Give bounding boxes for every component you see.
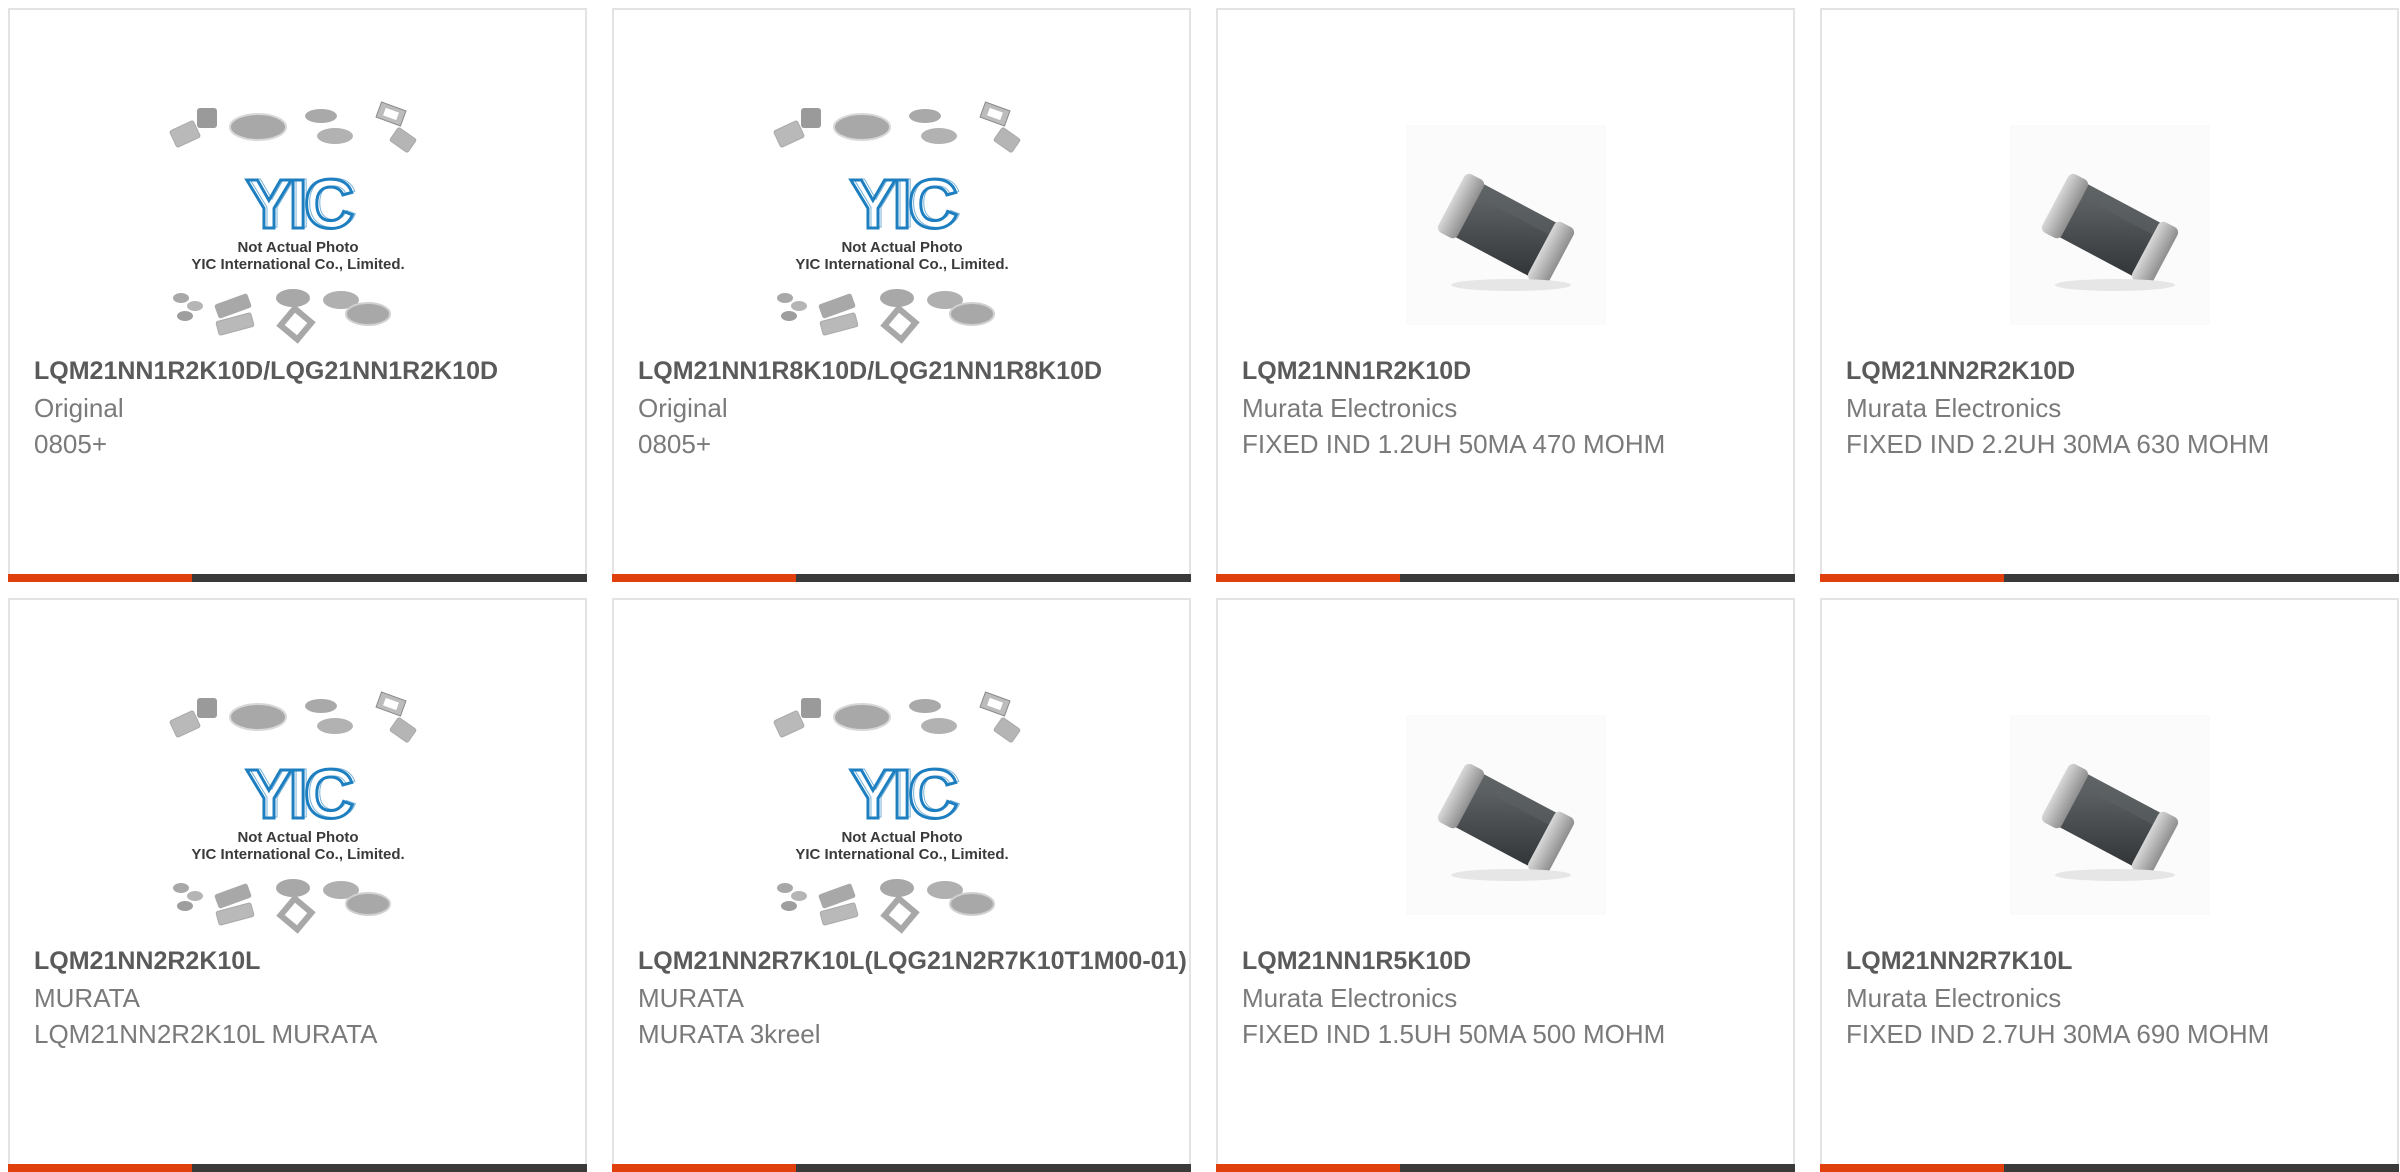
product-description: FIXED IND 2.7UH 30MA 690 MOHM xyxy=(1846,1019,2270,1049)
product-manufacturer: Murata Electronics xyxy=(1242,393,1458,423)
product-image[interactable] xyxy=(1822,690,2397,940)
svg-text:Not Actual Photo: Not Actual Photo xyxy=(841,829,962,846)
chip-inductor-photo xyxy=(2009,125,2210,325)
product-image[interactable] xyxy=(1218,690,1793,940)
chip-inductor-photo xyxy=(2009,715,2210,915)
product-card[interactable]: LQM21NN1R2K10D Murata Electronics FIXED … xyxy=(1216,8,1795,582)
card-bottom-bar xyxy=(1820,574,2399,582)
not-actual-photo-placeholder: YICYICNot Actual PhotoYIC International … xyxy=(169,101,416,344)
card-accent-bar xyxy=(8,1164,192,1172)
card-accent-bar xyxy=(1216,1164,1400,1172)
product-image[interactable]: YIC YIC Not Actual Photo YIC International … xyxy=(10,690,585,940)
card-accent-bar xyxy=(1820,574,2004,582)
product-card[interactable]: LQM21NN2R7K10L Murata Electronics FIXED … xyxy=(1820,598,2399,1172)
not-actual-photo-placeholder: YICYICNot Actual PhotoYIC International … xyxy=(169,691,416,934)
card-bottom-bar xyxy=(1216,1164,1795,1172)
product-manufacturer: Original xyxy=(638,393,728,423)
part-number-link[interactable]: LQM21NN2R7K10L(LQG21N2R7K10T1M00-01) xyxy=(638,942,1228,980)
chip-inductor-photo xyxy=(1405,125,1606,325)
product-card[interactable]: LQM21NN2R2K10D Murata Electronics FIXED … xyxy=(1820,8,2399,582)
product-info: LQM21NN2R2K10D Murata Electronics FIXED … xyxy=(1846,352,2397,462)
card-bottom-bar xyxy=(612,1164,1191,1172)
product-card[interactable]: YIC YIC Not Actual Photo YIC International … xyxy=(612,598,1191,1172)
product-manufacturer: Murata Electronics xyxy=(1242,983,1458,1013)
card-accent-bar xyxy=(1820,1164,2004,1172)
product-info: LQM21NN2R7K10L Murata Electronics FIXED … xyxy=(1846,942,2397,1052)
svg-text:YIC: YIC xyxy=(248,164,355,242)
product-image[interactable] xyxy=(1218,100,1793,350)
svg-text:YIC: YIC xyxy=(852,754,959,832)
card-accent-bar xyxy=(1216,574,1400,582)
product-card[interactable]: LQM21NN1R5K10D Murata Electronics FIXED … xyxy=(1216,598,1795,1172)
product-card[interactable]: YIC YIC Not Actual Photo YIC International … xyxy=(612,8,1191,582)
product-description: FIXED IND 1.5UH 50MA 500 MOHM xyxy=(1242,1019,1666,1049)
product-card[interactable]: YIC YIC Not Actual Photo YIC International … xyxy=(8,8,587,582)
product-description: 0805+ xyxy=(34,429,108,459)
svg-text:Not Actual Photo: Not Actual Photo xyxy=(237,829,358,846)
card-accent-bar xyxy=(612,1164,796,1172)
product-description: MURATA 3kreel xyxy=(638,1019,821,1049)
product-info: LQM21NN2R2K10L MURATA LQM21NN2R2K10L MUR… xyxy=(34,942,585,1052)
product-description: LQM21NN2R2K10L MURATA xyxy=(34,1019,378,1049)
product-manufacturer: MURATA xyxy=(638,983,744,1013)
card-accent-bar xyxy=(612,574,796,582)
product-info: LQM21NN2R7K10L(LQG21N2R7K10T1M00-01) MUR… xyxy=(638,942,1189,1052)
svg-text:Not Actual Photo: Not Actual Photo xyxy=(237,239,358,256)
product-manufacturer: Murata Electronics xyxy=(1846,393,2062,423)
product-image[interactable] xyxy=(1822,100,2397,350)
svg-text:YIC International Co., Limited: YIC International Co., Limited. xyxy=(191,846,404,863)
svg-text:YIC: YIC xyxy=(248,754,355,832)
svg-text:YIC International Co., Limited: YIC International Co., Limited. xyxy=(795,256,1008,273)
product-image[interactable]: YIC YIC Not Actual Photo YIC International … xyxy=(614,690,1189,940)
part-number-link[interactable]: LQM21NN1R2K10D/LQG21NN1R2K10D xyxy=(34,352,585,390)
part-number-link[interactable]: LQM21NN2R2K10L xyxy=(34,942,585,980)
part-number-link[interactable]: LQM21NN1R5K10D xyxy=(1242,942,1793,980)
chip-inductor-photo xyxy=(1405,715,1606,915)
card-bottom-bar xyxy=(1216,574,1795,582)
part-number-link[interactable]: LQM21NN1R8K10D/LQG21NN1R8K10D xyxy=(638,352,1189,390)
product-image[interactable]: YIC YIC Not Actual Photo YIC International … xyxy=(10,100,585,350)
svg-text:YIC: YIC xyxy=(852,164,959,242)
card-bottom-bar xyxy=(1820,1164,2399,1172)
not-actual-photo-placeholder: YICYICNot Actual PhotoYIC International … xyxy=(773,101,1020,344)
card-accent-bar xyxy=(8,574,192,582)
part-number-link[interactable]: LQM21NN1R2K10D xyxy=(1242,352,1793,390)
not-actual-photo-placeholder: YICYICNot Actual PhotoYIC International … xyxy=(773,691,1020,934)
card-bottom-bar xyxy=(8,1164,587,1172)
product-info: LQM21NN1R2K10D Murata Electronics FIXED … xyxy=(1242,352,1793,462)
card-bottom-bar xyxy=(8,574,587,582)
product-image[interactable]: YIC YIC Not Actual Photo YIC International … xyxy=(614,100,1189,350)
svg-text:Not Actual Photo: Not Actual Photo xyxy=(841,239,962,256)
product-info: LQM21NN1R5K10D Murata Electronics FIXED … xyxy=(1242,942,1793,1052)
svg-text:YIC International Co., Limited: YIC International Co., Limited. xyxy=(191,256,404,273)
part-number-link[interactable]: LQM21NN2R7K10L xyxy=(1846,942,2397,980)
product-grid: YIC YIC Not Actual Photo YIC International … xyxy=(8,8,2399,1172)
product-description: FIXED IND 1.2UH 50MA 470 MOHM xyxy=(1242,429,1666,459)
card-bottom-bar xyxy=(612,574,1191,582)
product-manufacturer: Murata Electronics xyxy=(1846,983,2062,1013)
product-description: FIXED IND 2.2UH 30MA 630 MOHM xyxy=(1846,429,2270,459)
product-info: LQM21NN1R2K10D/LQG21NN1R2K10D Original 0… xyxy=(34,352,585,462)
product-manufacturer: MURATA xyxy=(34,983,140,1013)
product-card[interactable]: YIC YIC Not Actual Photo YIC International … xyxy=(8,598,587,1172)
product-manufacturer: Original xyxy=(34,393,124,423)
svg-text:YIC International Co., Limited: YIC International Co., Limited. xyxy=(795,846,1008,863)
product-description: 0805+ xyxy=(638,429,712,459)
product-info: LQM21NN1R8K10D/LQG21NN1R8K10D Original 0… xyxy=(638,352,1189,462)
part-number-link[interactable]: LQM21NN2R2K10D xyxy=(1846,352,2397,390)
